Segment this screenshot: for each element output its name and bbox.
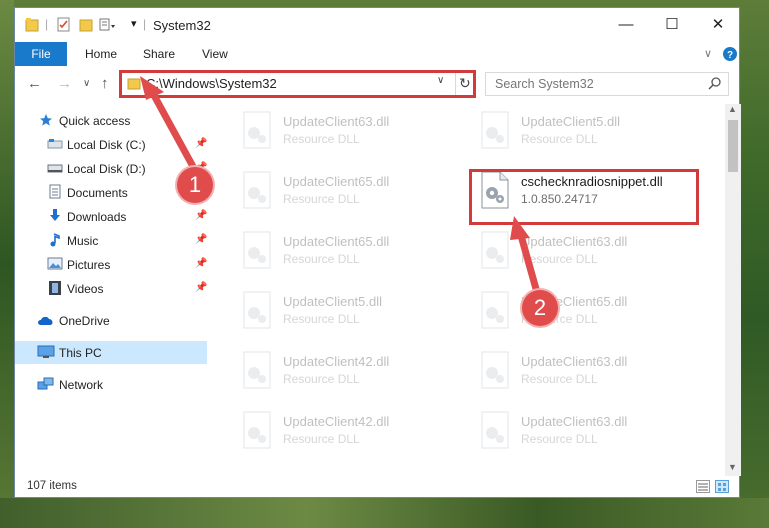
- arrow-2: [516, 228, 542, 300]
- annotation-arrows: [140, 76, 542, 300]
- arrow-2-head: [510, 216, 530, 240]
- step-badge-2: 2: [522, 290, 558, 326]
- step-badge-1: 1: [177, 167, 213, 203]
- arrow-1-head: [140, 76, 164, 100]
- arrow-1: [146, 84, 200, 176]
